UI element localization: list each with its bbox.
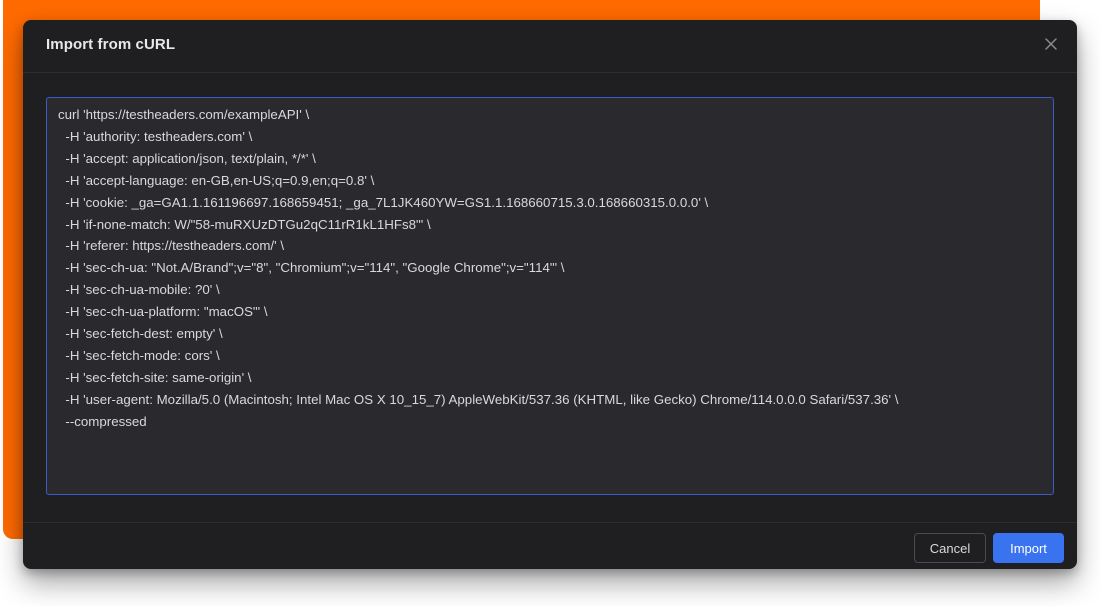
curl-line: --compressed [58, 413, 147, 429]
import-button[interactable]: Import [993, 533, 1064, 563]
import-curl-dialog: Import from cURL curl 'https://testheade… [23, 20, 1077, 569]
curl-line: -H 'user-agent: Mozilla/5.0 (Macintosh; … [58, 391, 899, 407]
curl-line: -H 'authority: testheaders.com' \ [58, 128, 253, 144]
dialog-footer: Cancel Import [23, 522, 1077, 569]
curl-line: -H 'sec-ch-ua-platform: "macOS"' \ [58, 304, 268, 320]
curl-line: -H 'sec-ch-ua: "Not.A/Brand";v="8", "Chr… [58, 260, 565, 276]
curl-line: -H 'cookie: _ga=GA1.1.161196697.16865945… [58, 194, 709, 210]
curl-line: -H 'accept-language: en-GB,en-US;q=0.9,e… [58, 172, 375, 188]
curl-line: -H 'sec-ch-ua-mobile: ?0' \ [58, 282, 220, 298]
curl-line: -H 'sec-fetch-site: same-origin' \ [58, 369, 252, 385]
curl-line: -H 'sec-fetch-mode: cors' \ [58, 347, 220, 363]
dialog-title: Import from cURL [46, 36, 176, 53]
curl-line: -H 'accept: application/json, text/plain… [58, 150, 316, 166]
curl-line: -H 'if-none-match: W/"58-muRXUzDTGu2qC11… [58, 216, 431, 232]
curl-textarea[interactable]: curl 'https://testheaders.com/exampleAPI… [46, 97, 1054, 495]
close-button[interactable] [1039, 34, 1063, 58]
close-icon [1045, 37, 1057, 55]
curl-line: curl 'https://testheaders.com/exampleAPI… [58, 107, 310, 122]
dialog-header: Import from cURL [23, 20, 1077, 73]
curl-line: -H 'sec-fetch-dest: empty' \ [58, 326, 223, 342]
cancel-button[interactable]: Cancel [914, 533, 986, 563]
curl-line: -H 'referer: https://testheaders.com/' \ [58, 238, 285, 254]
